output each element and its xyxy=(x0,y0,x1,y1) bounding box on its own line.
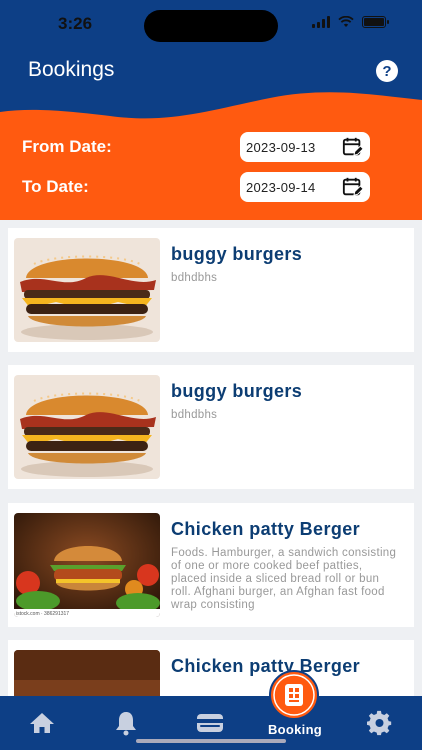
calendar-edit-icon[interactable] xyxy=(342,176,364,198)
booking-description: bdhdbhs xyxy=(171,409,218,421)
booking-card[interactable]: buggy burgers bdhdbhs xyxy=(8,228,414,352)
help-icon[interactable]: ? xyxy=(376,60,398,82)
nav-settings[interactable] xyxy=(366,710,394,736)
to-date-field[interactable]: 2023-09-14 xyxy=(240,172,370,202)
booking-icon xyxy=(269,670,319,720)
chicken-burger-photo xyxy=(14,513,160,617)
nav-home[interactable] xyxy=(28,710,56,736)
burger-image xyxy=(14,238,160,342)
wallet-icon xyxy=(197,714,223,732)
status-icons xyxy=(312,16,389,28)
burger-image xyxy=(14,650,160,696)
calendar-edit-icon[interactable] xyxy=(342,136,364,158)
booking-title: buggy burgers xyxy=(171,244,303,264)
booking-description: bdhdbhs xyxy=(171,272,218,284)
wifi-icon xyxy=(338,16,354,27)
nav-booking-label: Booking xyxy=(267,722,323,737)
booking-card[interactable]: buggy burgers bdhdbhs xyxy=(8,365,414,489)
nav-wallet[interactable] xyxy=(196,710,224,736)
signal-icon xyxy=(312,16,330,28)
bacon-burger-photo xyxy=(14,375,160,479)
to-date-label: To Date: xyxy=(22,177,89,196)
nav-booking[interactable] xyxy=(264,670,324,720)
status-time: 3:26 xyxy=(58,14,93,33)
from-date-label: From Date: xyxy=(22,137,112,156)
bacon-burger-photo xyxy=(14,238,160,342)
battery-icon xyxy=(362,16,389,28)
from-date-value: 2023-09-13 xyxy=(246,139,316,155)
booking-title: Chicken patty Berger xyxy=(171,519,361,539)
header: 3:26 Bookings ? From Date: 2023-09-13 To… xyxy=(0,0,422,220)
to-date-row: To Date: 2023-09-14 xyxy=(22,172,372,202)
booking-card[interactable]: Chicken patty Berger xyxy=(8,640,414,696)
bookings-list[interactable]: buggy burgers bdhdbhs buggy burgers bdhd… xyxy=(0,222,422,696)
bell-icon xyxy=(116,712,136,736)
dynamic-island xyxy=(144,10,278,42)
from-date-field[interactable]: 2023-09-13 xyxy=(240,132,370,162)
gear-icon xyxy=(367,710,392,736)
image-watermark: istock.com · 386291317 xyxy=(16,611,70,617)
booking-title: buggy burgers xyxy=(171,381,303,401)
booking-card[interactable]: istock.com · 386291317 Chicken patty Ber… xyxy=(8,503,414,627)
from-date-row: From Date: 2023-09-13 xyxy=(22,132,372,162)
bookings-screen: 3:26 Bookings ? From Date: 2023-09-13 To… xyxy=(0,0,422,750)
burger-image xyxy=(14,375,160,479)
nav-notifications[interactable] xyxy=(112,710,140,736)
burger-image: istock.com · 386291317 xyxy=(14,513,160,617)
home-indicator[interactable] xyxy=(136,739,286,743)
page-title: Bookings xyxy=(28,58,115,81)
home-icon xyxy=(30,713,54,733)
booking-description: Foods. Hamburger, a sandwich consisting … xyxy=(171,547,397,611)
status-bar: 3:26 xyxy=(0,0,422,50)
to-date-value: 2023-09-14 xyxy=(246,179,316,195)
chicken-burger-photo xyxy=(14,650,160,696)
